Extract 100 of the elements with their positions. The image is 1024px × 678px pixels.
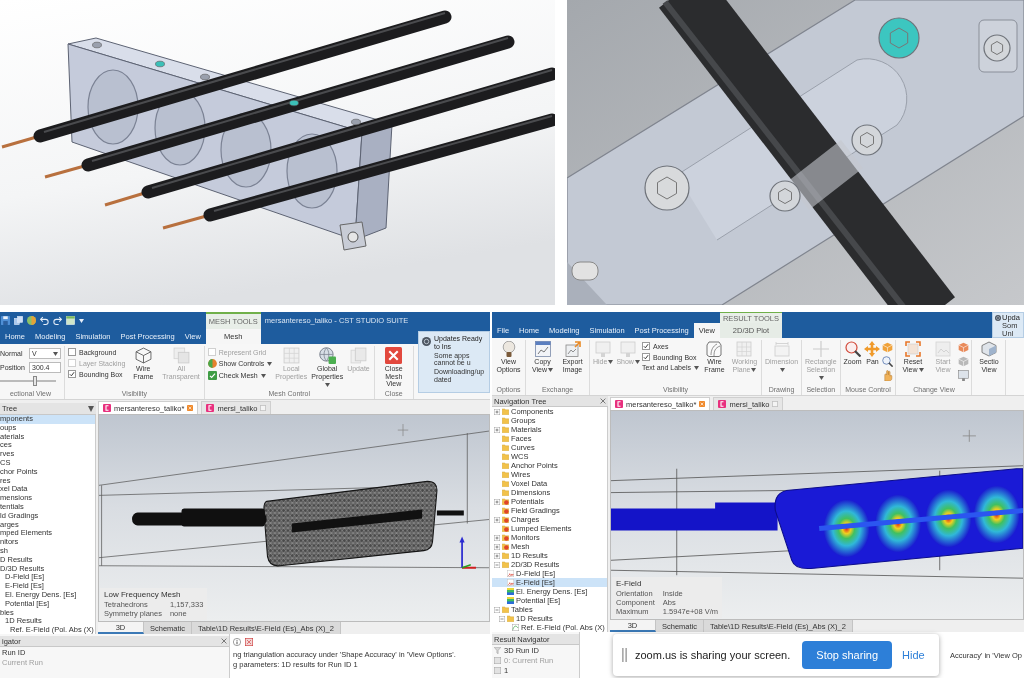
magnifier-icon[interactable] — [882, 356, 894, 367]
folder-badge-icon — [502, 525, 509, 532]
expand-icon[interactable] — [494, 534, 500, 541]
monitor-icon[interactable] — [958, 370, 970, 381]
folder-badge-icon — [502, 498, 509, 505]
stop-sharing-button[interactable]: Stop sharing — [802, 641, 893, 669]
close-icon[interactable] — [260, 405, 267, 411]
stacked-squares-icon — [172, 347, 190, 364]
magnifier-icon — [844, 341, 861, 357]
caret-icon — [634, 360, 640, 365]
undo-icon[interactable] — [40, 316, 49, 325]
window-icon — [534, 341, 551, 357]
bulb-icon — [500, 341, 517, 357]
share-message: zoom.us is sharing your screen. — [635, 649, 791, 661]
crosshair-icon — [397, 423, 409, 437]
collapse-icon[interactable] — [499, 615, 505, 622]
screw — [644, 165, 690, 211]
copy-icon[interactable] — [14, 316, 23, 325]
save-icon[interactable] — [1, 316, 10, 325]
pin — [571, 261, 599, 281]
slider-thumb[interactable] — [32, 376, 37, 386]
tick-square-icon — [207, 371, 217, 380]
close-icon[interactable] — [772, 401, 779, 407]
grip-icon[interactable] — [622, 648, 627, 662]
caret-icon — [608, 360, 614, 365]
redo-icon[interactable] — [53, 316, 62, 325]
screw-head — [289, 99, 299, 107]
close-icon[interactable] — [600, 398, 606, 404]
screw — [983, 34, 1011, 62]
checkbox[interactable] — [68, 370, 76, 378]
monitor-icon — [620, 341, 637, 357]
vector-field-icon — [507, 579, 514, 586]
sphere-icon[interactable] — [27, 316, 36, 325]
update-icon — [995, 315, 1001, 321]
square-icon — [494, 656, 501, 664]
crosshair-icon — [812, 341, 829, 357]
caret-icon — [325, 382, 331, 387]
wireframe-cube-icon — [134, 347, 152, 364]
caret-icon[interactable] — [88, 405, 94, 412]
checkbox[interactable] — [68, 348, 76, 356]
expand-icon[interactable] — [494, 426, 500, 433]
document-icon — [718, 400, 727, 408]
field-hotspot — [925, 489, 972, 548]
pages-icon — [349, 347, 367, 364]
checkbox[interactable] — [641, 353, 650, 361]
document-icon — [103, 404, 111, 412]
caret-icon — [693, 365, 699, 370]
corner-arrows-icon — [905, 341, 921, 357]
dimension-icon — [773, 341, 790, 357]
caret-icon — [818, 375, 824, 380]
expand-icon[interactable] — [494, 408, 500, 415]
picture-icon — [935, 341, 951, 357]
folder-badge-icon — [502, 534, 509, 541]
split-circle-icon — [207, 359, 217, 368]
color-map-icon — [507, 588, 514, 595]
axis-triad-icon — [459, 536, 477, 569]
export-icon — [564, 341, 581, 357]
mounting-clip — [339, 221, 367, 251]
caret-icon[interactable] — [79, 318, 84, 323]
collapse-icon[interactable] — [494, 606, 500, 613]
hand-icon[interactable] — [882, 370, 894, 381]
update-icon — [422, 337, 431, 346]
monitor-icon — [595, 341, 612, 357]
expand-icon[interactable] — [494, 543, 500, 550]
cube-icon — [981, 341, 997, 357]
screw-head — [351, 118, 361, 126]
window-icon[interactable] — [66, 316, 75, 325]
cube-icon[interactable] — [958, 356, 970, 367]
checkbox[interactable] — [641, 342, 650, 350]
grid-icon — [736, 341, 753, 357]
field-hotspot — [973, 485, 1020, 544]
collapse-icon[interactable] — [494, 561, 500, 568]
caret-icon — [918, 367, 924, 372]
cube-icon[interactable] — [958, 342, 970, 353]
info-title: Low Frequency Mesh — [104, 590, 182, 599]
expand-icon[interactable] — [494, 516, 500, 523]
hide-link[interactable]: Hide — [902, 649, 925, 661]
field-hotspot — [823, 499, 870, 558]
info-title: E-Field — [616, 579, 643, 588]
info-icon[interactable] — [233, 638, 241, 646]
caret-icon — [267, 361, 273, 366]
close-icon — [385, 347, 403, 364]
screw — [878, 17, 920, 59]
caret-icon — [751, 367, 757, 372]
grid-icon — [282, 347, 300, 364]
field-hotspot — [875, 494, 922, 553]
document-icon — [206, 404, 215, 412]
expand-icon[interactable] — [494, 552, 500, 559]
square-icon — [494, 666, 501, 674]
folder-badge-icon — [502, 507, 509, 514]
screw — [851, 124, 883, 156]
error-icon[interactable] — [245, 638, 253, 646]
screw-head — [200, 73, 210, 81]
vector-field-icon — [507, 570, 514, 577]
wireframe-icon — [706, 341, 723, 357]
folder-badge-icon — [502, 543, 509, 550]
expand-icon[interactable] — [494, 498, 500, 505]
globe-icon — [318, 347, 336, 364]
caret-icon — [260, 373, 266, 378]
close-icon[interactable] — [221, 638, 227, 644]
